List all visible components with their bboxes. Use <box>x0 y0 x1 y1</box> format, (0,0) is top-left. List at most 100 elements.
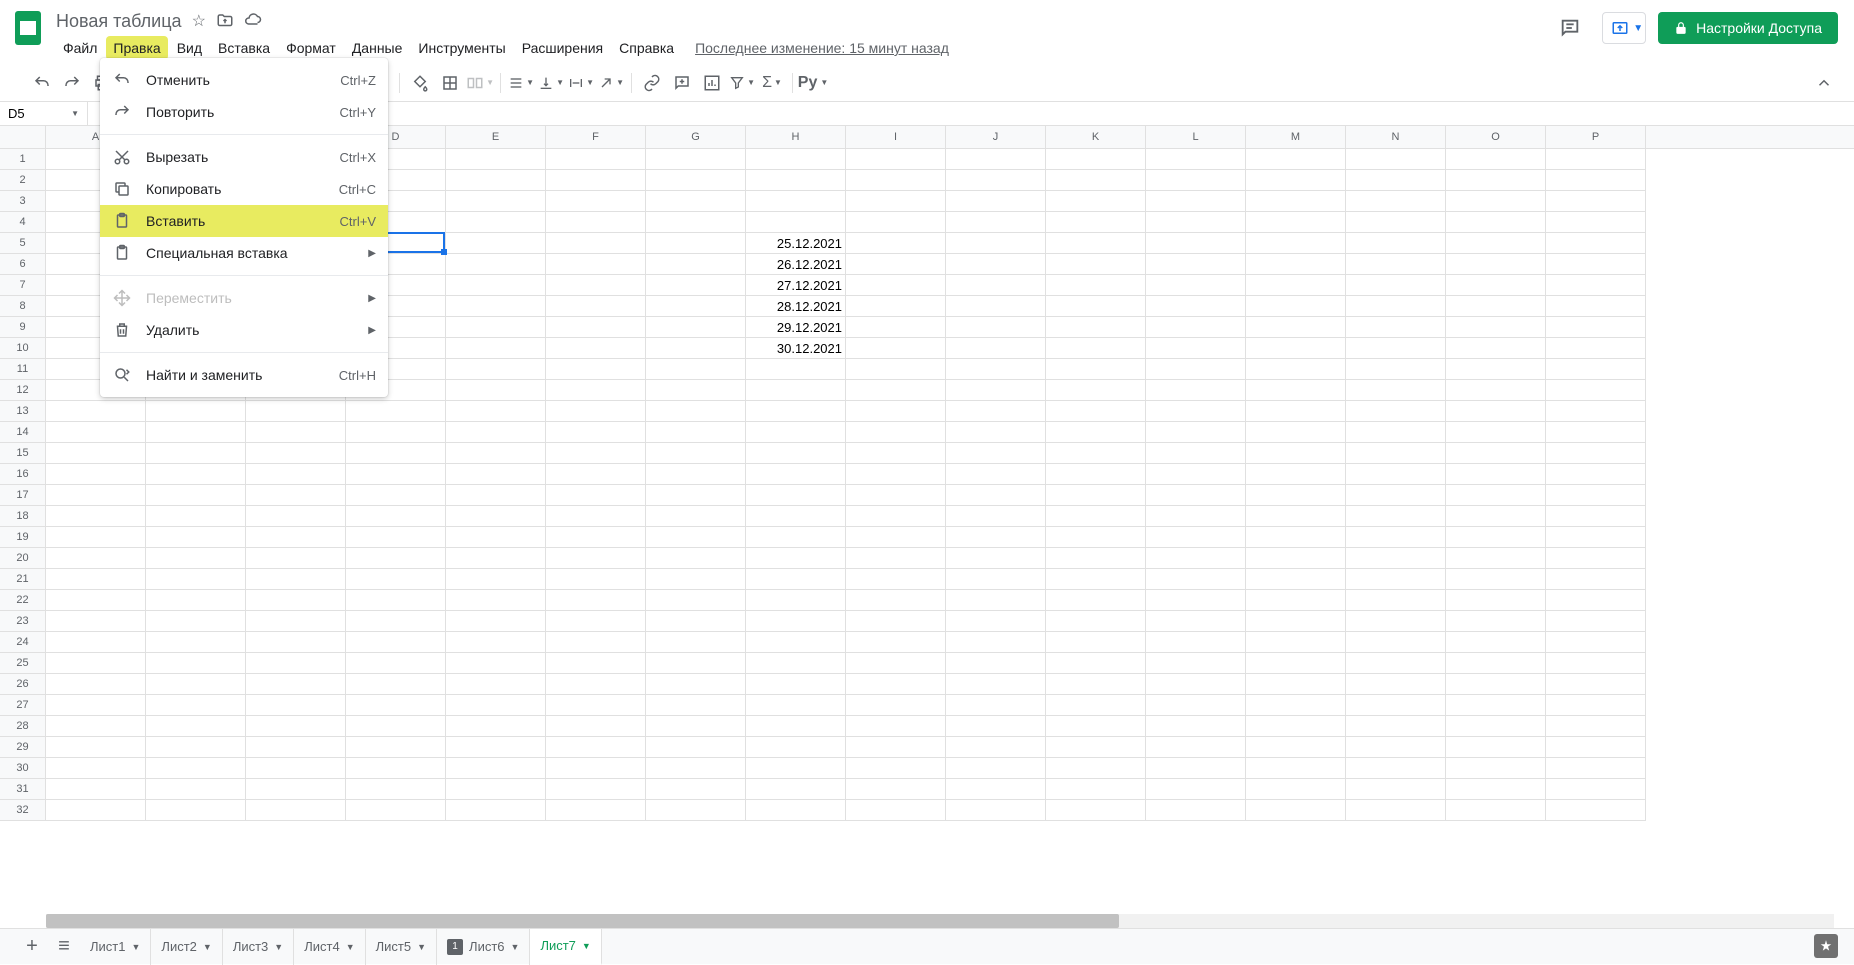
cell-E2[interactable] <box>446 170 546 191</box>
cell-I6[interactable] <box>846 254 946 275</box>
cell-G27[interactable] <box>646 695 746 716</box>
cell-M13[interactable] <box>1246 401 1346 422</box>
cell-I20[interactable] <box>846 548 946 569</box>
cell-G11[interactable] <box>646 359 746 380</box>
cell-N8[interactable] <box>1346 296 1446 317</box>
filter-button[interactable]: ▼ <box>728 69 756 97</box>
cell-E19[interactable] <box>446 527 546 548</box>
row-header-16[interactable]: 16 <box>0 464 46 485</box>
fill-color-button[interactable] <box>406 69 434 97</box>
cell-M19[interactable] <box>1246 527 1346 548</box>
cell-P15[interactable] <box>1546 443 1646 464</box>
cell-J27[interactable] <box>946 695 1046 716</box>
row-header-9[interactable]: 9 <box>0 317 46 338</box>
insert-comment-button[interactable] <box>668 69 696 97</box>
cell-A23[interactable] <box>46 611 146 632</box>
cell-G4[interactable] <box>646 212 746 233</box>
row-header-31[interactable]: 31 <box>0 779 46 800</box>
sheet-tab-Лист2[interactable]: Лист2▼ <box>151 929 222 965</box>
h-align-button[interactable]: ▼ <box>507 69 535 97</box>
cell-J23[interactable] <box>946 611 1046 632</box>
cell-P28[interactable] <box>1546 716 1646 737</box>
cell-I18[interactable] <box>846 506 946 527</box>
cell-F15[interactable] <box>546 443 646 464</box>
cell-A27[interactable] <box>46 695 146 716</box>
cell-D21[interactable] <box>346 569 446 590</box>
cell-O26[interactable] <box>1446 674 1546 695</box>
cell-K9[interactable] <box>1046 317 1146 338</box>
cell-C30[interactable] <box>246 758 346 779</box>
sheet-tab-Лист7[interactable]: Лист7▼ <box>530 929 601 965</box>
cell-I31[interactable] <box>846 779 946 800</box>
cell-J18[interactable] <box>946 506 1046 527</box>
cell-G9[interactable] <box>646 317 746 338</box>
cell-O4[interactable] <box>1446 212 1546 233</box>
cell-H12[interactable] <box>746 380 846 401</box>
cell-M27[interactable] <box>1246 695 1346 716</box>
menu-item-copy[interactable]: КопироватьCtrl+C <box>100 173 388 205</box>
chevron-down-icon[interactable]: ▼ <box>203 942 212 952</box>
chevron-down-icon[interactable]: ▼ <box>417 942 426 952</box>
cell-N17[interactable] <box>1346 485 1446 506</box>
cell-A18[interactable] <box>46 506 146 527</box>
cell-K7[interactable] <box>1046 275 1146 296</box>
row-header-5[interactable]: 5 <box>0 233 46 254</box>
select-all-corner[interactable] <box>0 126 46 148</box>
row-header-11[interactable]: 11 <box>0 359 46 380</box>
cell-H18[interactable] <box>746 506 846 527</box>
app-logo[interactable] <box>8 8 48 48</box>
cell-N22[interactable] <box>1346 590 1446 611</box>
cell-I12[interactable] <box>846 380 946 401</box>
cell-M21[interactable] <box>1246 569 1346 590</box>
add-sheet-button[interactable]: + <box>16 931 48 963</box>
cell-L19[interactable] <box>1146 527 1246 548</box>
cell-H27[interactable] <box>746 695 846 716</box>
cell-I29[interactable] <box>846 737 946 758</box>
cell-O13[interactable] <box>1446 401 1546 422</box>
cell-N2[interactable] <box>1346 170 1446 191</box>
cell-K12[interactable] <box>1046 380 1146 401</box>
cell-O20[interactable] <box>1446 548 1546 569</box>
cell-H3[interactable] <box>746 191 846 212</box>
cell-D18[interactable] <box>346 506 446 527</box>
cell-P30[interactable] <box>1546 758 1646 779</box>
cell-N24[interactable] <box>1346 632 1446 653</box>
cell-E13[interactable] <box>446 401 546 422</box>
cell-H13[interactable] <box>746 401 846 422</box>
cell-K5[interactable] <box>1046 233 1146 254</box>
col-header-E[interactable]: E <box>446 126 546 148</box>
cell-K19[interactable] <box>1046 527 1146 548</box>
cell-O25[interactable] <box>1446 653 1546 674</box>
cell-H1[interactable] <box>746 149 846 170</box>
cell-E18[interactable] <box>446 506 546 527</box>
cell-B30[interactable] <box>146 758 246 779</box>
cell-E17[interactable] <box>446 485 546 506</box>
chevron-down-icon[interactable]: ▼ <box>582 941 591 951</box>
cell-C28[interactable] <box>246 716 346 737</box>
row-header-14[interactable]: 14 <box>0 422 46 443</box>
cell-F12[interactable] <box>546 380 646 401</box>
col-header-K[interactable]: K <box>1046 126 1146 148</box>
cell-C24[interactable] <box>246 632 346 653</box>
cell-J29[interactable] <box>946 737 1046 758</box>
cell-N18[interactable] <box>1346 506 1446 527</box>
menu-item-paste-special[interactable]: Специальная вставка▶ <box>100 237 388 269</box>
cell-J4[interactable] <box>946 212 1046 233</box>
cell-C26[interactable] <box>246 674 346 695</box>
cell-I24[interactable] <box>846 632 946 653</box>
cell-P6[interactable] <box>1546 254 1646 275</box>
cell-A13[interactable] <box>46 401 146 422</box>
cell-L7[interactable] <box>1146 275 1246 296</box>
cell-E15[interactable] <box>446 443 546 464</box>
cell-N15[interactable] <box>1346 443 1446 464</box>
cell-J26[interactable] <box>946 674 1046 695</box>
cell-K17[interactable] <box>1046 485 1146 506</box>
cell-G6[interactable] <box>646 254 746 275</box>
cell-G25[interactable] <box>646 653 746 674</box>
cell-K21[interactable] <box>1046 569 1146 590</box>
cell-O10[interactable] <box>1446 338 1546 359</box>
cell-J5[interactable] <box>946 233 1046 254</box>
cell-O7[interactable] <box>1446 275 1546 296</box>
cell-E25[interactable] <box>446 653 546 674</box>
cell-J30[interactable] <box>946 758 1046 779</box>
